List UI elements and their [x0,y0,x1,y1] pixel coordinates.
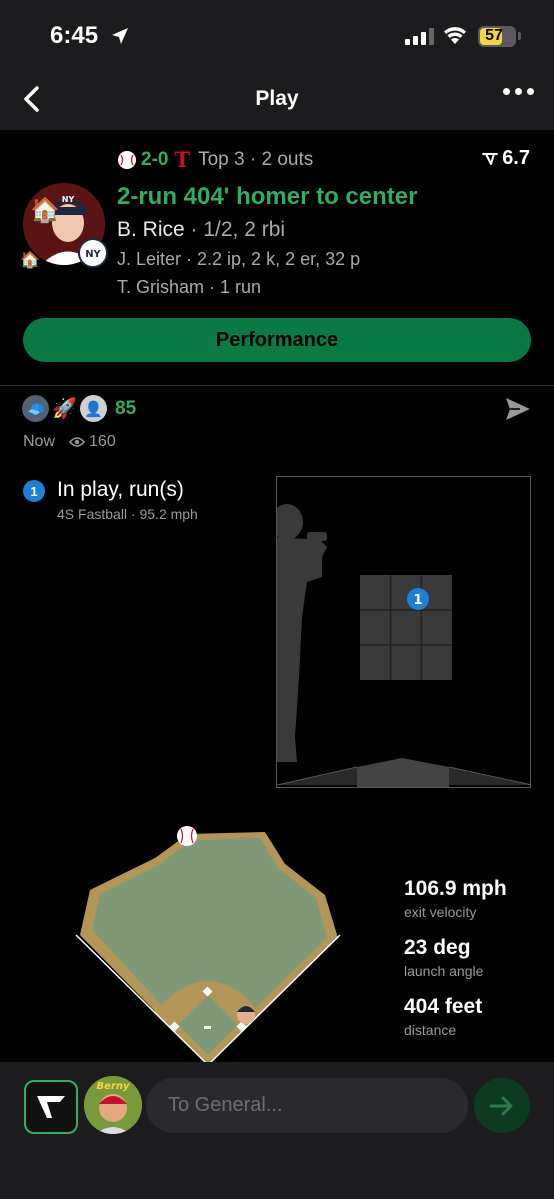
runner-line: T. Grisham · 1 run [117,277,262,297]
stat-exit-velocity: 106.9 mph exit velocity [404,877,507,920]
batter-name[interactable]: B. Rice [117,218,185,241]
yankees-ball-icon [118,150,136,169]
game-score: 2-0 [141,148,169,170]
reaction-count: 85 [115,397,137,419]
divider [0,385,554,386]
launch-angle-value: 23 deg [404,936,471,959]
batter-stats: · 1/2, 2 rbi [184,218,286,241]
status-time: 6:45 [50,22,99,49]
reaction-avatar: 👤 [80,395,107,422]
post-meta: Now 160 [23,433,116,451]
house-emoji-icon-small: 🏠 [20,252,40,269]
pitch-location-label: 1 [413,593,422,608]
app-logo-icon[interactable] [24,1080,78,1134]
status-bar: 6:45 57 [0,0,554,70]
batter-silhouette [277,504,327,762]
inning-state: Top 3 · 2 outs [198,148,314,170]
win-prob-value: 6.7 [502,147,530,169]
view-count-value: 160 [89,433,116,450]
win-prob-icon [482,152,499,165]
eye-icon [69,437,86,447]
launch-angle-label: launch angle [404,963,484,979]
pitcher-line: J. Leiter · 2.2 ip, 2 k, 2 er, 32 p [117,249,361,269]
sticker-avatar[interactable]: Berny [84,1076,142,1134]
svg-text:NY: NY [85,249,101,260]
message-input[interactable] [146,1078,468,1133]
pitch-result: In play, run(s) [57,478,184,501]
reaction-avatar: 🧢 [22,395,49,422]
spray-chart [70,820,350,1066]
signal-icon [405,28,434,45]
plate-area [277,758,530,787]
distance-value: 404 feet [404,995,483,1018]
distance-label: distance [404,1022,457,1038]
nav-bar: Play [0,70,554,130]
send-arrow-icon [489,1096,513,1115]
stat-distance: 404 feet distance [404,995,482,1038]
stat-launch-angle: 23 deg launch angle [404,936,483,979]
post-time: Now [23,433,56,450]
page-title: Play [255,87,299,110]
exit-velocity-label: exit velocity [404,904,477,920]
sticker-text: Berny [97,1081,130,1092]
play-headline: 2-run 404' homer to center [117,183,418,210]
strike-zone-grid [360,575,452,680]
exit-velocity-value: 106.9 mph [404,877,507,900]
house-emoji-icon: 🏠 [30,197,60,224]
send-message-button[interactable] [474,1078,530,1133]
win-probability: 6.7 [482,147,530,170]
reactions-row[interactable]: 🧢 🚀 👤 85 [22,395,136,422]
batter-line: B. Rice · 1/2, 2 rbi [117,218,285,242]
wifi-icon [444,27,466,44]
batter-runner-icon [237,1006,255,1024]
location-arrow-icon [112,28,128,44]
strike-zone-panel: 1 [276,476,531,788]
ball-landing-icon [177,826,197,846]
more-icon[interactable] [503,88,534,95]
send-icon[interactable] [504,396,532,422]
pitch-detail: 4S Fastball · 95.2 mph [57,506,198,522]
battery-level: 57 [485,27,503,44]
score-line: 2-0 T Top 3 · 2 outs [117,147,313,172]
battery-indicator: 57 [478,26,516,47]
twins-logo-icon: T [174,147,191,172]
svg-text:NY: NY [62,195,75,204]
yankees-badge-icon: NY [78,238,108,268]
performance-button[interactable]: Performance [23,318,531,362]
view-count: 160 [69,433,116,451]
rocket-reaction-icon: 🚀 [52,398,77,420]
pitch-number-badge: 1 [23,480,45,502]
